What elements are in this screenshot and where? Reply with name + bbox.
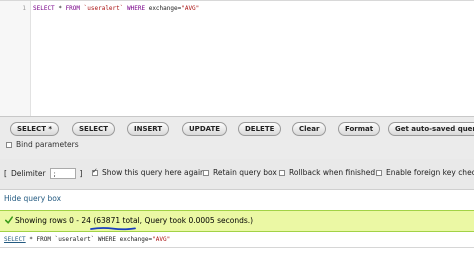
line-number: 1	[22, 5, 26, 12]
delete-button[interactable]: DELETE	[238, 122, 282, 136]
foreign-key-option[interactable]: Enable foreign key checks	[376, 168, 474, 177]
format-button[interactable]: Format	[338, 122, 381, 136]
line-number-gutter: 1	[0, 1, 31, 117]
insert-button[interactable]: INSERT	[127, 122, 170, 136]
retain-query-label: Retain query box	[213, 168, 277, 177]
foreign-key-checkbox[interactable]	[376, 169, 382, 176]
sql-code-line[interactable]: SELECT * FROM `useralert` WHERE exchange…	[33, 5, 199, 12]
bind-parameters-checkbox[interactable]	[6, 141, 12, 148]
select-button[interactable]: SELECT	[72, 122, 115, 136]
sql-condition: exchange=	[148, 5, 182, 12]
hide-query-box-link[interactable]: Hide query box	[4, 194, 61, 203]
retain-query-checkbox[interactable]	[203, 169, 209, 176]
sql-table-name: `useralert`	[83, 5, 124, 12]
success-check-icon	[5, 216, 13, 224]
sql-keyword-where: WHERE	[127, 5, 146, 12]
sql-keyword-from: FROM	[65, 5, 81, 12]
delimiter-label: Delimiter	[10, 169, 46, 178]
bind-parameters-label: Bind parameters	[16, 140, 79, 149]
show-query-checkbox[interactable]	[92, 167, 98, 176]
show-query-label: Show this query here again	[102, 168, 205, 177]
select-star-button[interactable]: SELECT *	[10, 122, 60, 136]
update-button[interactable]: UPDATE	[182, 122, 228, 136]
clear-button[interactable]: Clear	[292, 122, 327, 136]
executed-query-value: "AVG"	[152, 236, 171, 243]
executed-query: SELECT * FROM `useralert` WHERE exchange…	[4, 236, 170, 243]
delimiter-option: [ Delimiter ; ]	[4, 168, 82, 179]
sql-editor[interactable]: 1 SELECT * FROM `useralert` WHERE exchan…	[0, 0, 474, 117]
retain-query-option[interactable]: Retain query box	[203, 168, 277, 177]
result-suffix: , Query took 0.0005 seconds.)	[139, 216, 254, 225]
query-options-bar: [ Delimiter ; ] Show this query here aga…	[0, 159, 474, 190]
foreign-key-label: Enable foreign key checks	[386, 168, 474, 177]
sql-value: "AVG"	[181, 5, 200, 12]
executed-query-select-link[interactable]: SELECT	[4, 236, 26, 243]
divider	[0, 247, 474, 248]
success-message-text: Showing rows 0 - 24 (63871 total, Query …	[15, 216, 253, 225]
get-auto-saved-query-button[interactable]: Get auto-saved query	[388, 122, 474, 136]
show-query-option[interactable]: Show this query here again	[92, 167, 205, 177]
sql-keyword-select: SELECT	[33, 5, 55, 12]
delimiter-input[interactable]: ;	[49, 168, 76, 179]
result-prefix: Showing rows 0 - 24 (	[15, 216, 97, 225]
delimiter-open-bracket: [	[4, 169, 7, 178]
delimiter-close-bracket: ]	[79, 169, 83, 178]
executed-query-rest: * FROM `useralert` WHERE exchange=	[25, 236, 153, 243]
rollback-label: Rollback when finished	[289, 168, 376, 177]
success-message: Showing rows 0 - 24 (63871 total, Query …	[0, 210, 474, 232]
query-toolbar: SELECT * SELECT INSERT UPDATE DELETE Cle…	[0, 116, 474, 160]
result-total: 63871 total	[96, 216, 140, 225]
rollback-checkbox[interactable]	[279, 169, 285, 176]
rollback-option[interactable]: Rollback when finished	[279, 168, 375, 177]
annotation-underline	[90, 227, 136, 231]
bind-parameters-option[interactable]: Bind parameters	[6, 140, 79, 149]
sql-star: *	[58, 5, 62, 12]
